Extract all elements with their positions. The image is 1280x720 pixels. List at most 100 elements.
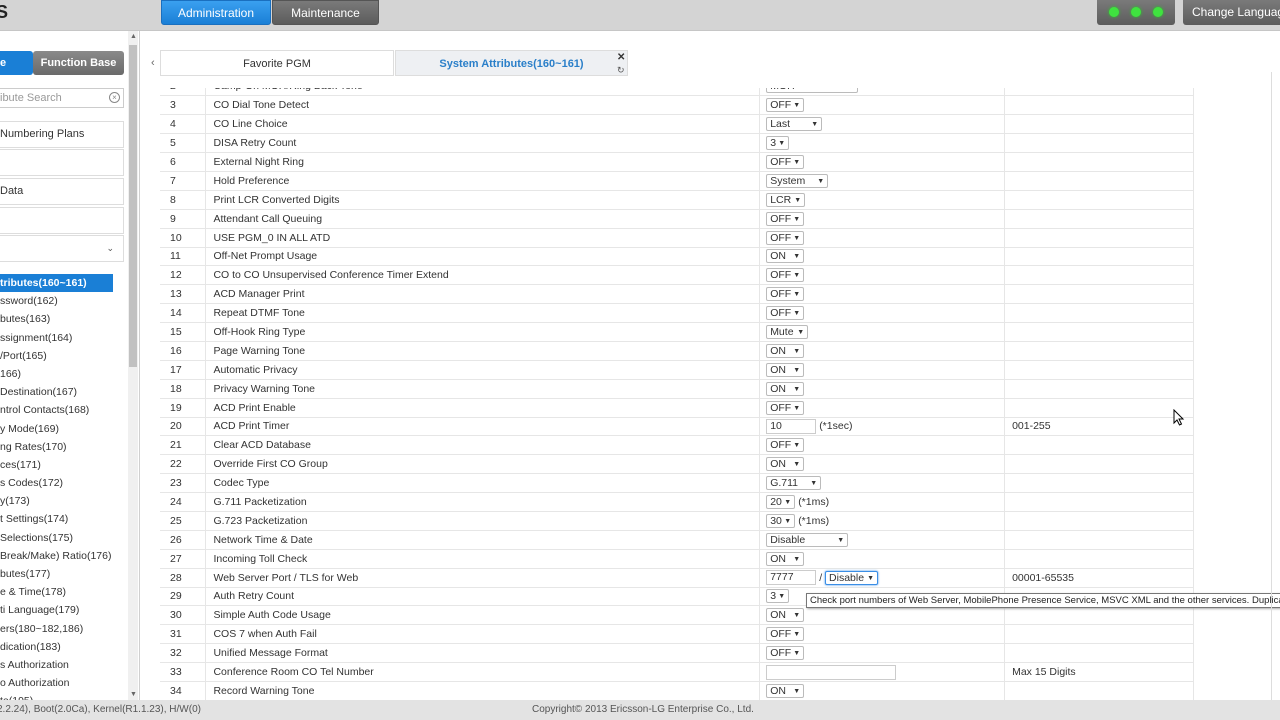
attribute-value: OFF ▼ — [759, 643, 1006, 664]
value-select[interactable]: OFF ▼ — [766, 306, 805, 321]
value-select[interactable]: Last ▼ — [766, 117, 823, 132]
refresh-icon[interactable]: ↻ — [617, 65, 625, 76]
value-select[interactable]: OFF ▼ — [766, 287, 805, 302]
sidebar-item[interactable]: Break/Make) Ratio(176) — [0, 547, 126, 565]
value-select[interactable]: System ▼ — [766, 173, 829, 188]
sidebar-item[interactable]: s Codes(172) — [0, 474, 126, 492]
value-select[interactable]: OFF ▼ — [766, 400, 805, 415]
scroll-up-icon[interactable]: ▲ — [130, 33, 137, 40]
value-select[interactable]: OFF ▼ — [766, 230, 805, 245]
value-select[interactable]: OFF ▼ — [766, 211, 805, 226]
value-select[interactable]: ON ▼ — [766, 362, 805, 377]
tab-maintenance[interactable]: Maintenance — [272, 0, 379, 25]
port-input[interactable]: 7777 — [766, 570, 817, 586]
tabs-scroll-left-icon[interactable]: ‹ — [151, 57, 155, 69]
attribute-range — [1004, 114, 1194, 135]
attribute-name: Conference Room CO Tel Number — [205, 662, 761, 682]
sidebar-item[interactable]: y(173) — [0, 492, 126, 510]
sidebar-item[interactable]: ssignment(164) — [0, 329, 126, 347]
attribute-name: Camp-On MOH/Ring Back Tone — [205, 88, 761, 97]
value-select[interactable]: 30 ▼ — [766, 513, 796, 528]
value-select[interactable]: Disable ▼ — [766, 532, 849, 547]
row-number: 10 — [160, 228, 207, 248]
sidebar-item[interactable]: Destination(167) — [0, 383, 126, 401]
sidebar-tab-function-base[interactable]: Function Base — [33, 51, 124, 75]
sidebar-item[interactable]: Selections(175) — [0, 529, 126, 547]
tab-favorite-pgm[interactable]: Favorite PGM — [160, 50, 394, 76]
scroll-down-icon[interactable]: ▼ — [130, 691, 137, 698]
tls-select[interactable]: Disable ▼ — [825, 570, 879, 585]
page-scrollbar[interactable] — [1271, 72, 1272, 700]
sidebar-item[interactable]: ssword(162) — [0, 292, 126, 310]
tab-system-attributes[interactable]: System Attributes(160~161) — [395, 50, 628, 76]
value-select[interactable]: OFF ▼ — [766, 98, 805, 113]
select-value: 3 — [770, 590, 777, 603]
value-select[interactable]: OFF ▼ — [766, 627, 805, 642]
sidebar-item[interactable]: butes(177) — [0, 565, 126, 583]
dropdown-arrow-icon: ▼ — [793, 102, 801, 110]
table-row: 9 Attendant Call Queuing OFF ▼ — [160, 209, 1194, 229]
change-language-button[interactable]: Change Language — [1183, 0, 1280, 25]
unit-label: (*1ms) — [798, 496, 830, 509]
clear-search-icon[interactable]: × — [109, 92, 120, 103]
sidebar-group[interactable] — [0, 149, 124, 176]
row-number: 24 — [160, 492, 207, 512]
sidebar-item[interactable]: tributes(160~161) — [0, 274, 113, 293]
sidebar-item[interactable]: /Port(165) — [0, 347, 126, 365]
value-select[interactable]: OFF ▼ — [766, 438, 805, 453]
value-input[interactable]: 10 — [766, 418, 817, 434]
value-select[interactable]: LCR ▼ — [766, 192, 806, 207]
value-select[interactable]: ON ▼ — [766, 381, 805, 396]
attributes-table: 2Camp-On MOH/Ring Back ToneMOH▼3CO Dial … — [160, 88, 1194, 700]
select-value: Disable — [829, 571, 865, 584]
value-input[interactable] — [766, 664, 897, 680]
sidebar-item[interactable]: ng Rates(170) — [0, 438, 126, 456]
sidebar-item[interactable]: s Authorization — [0, 656, 126, 674]
value-select[interactable]: G.711 ▼ — [766, 476, 822, 491]
value-select[interactable]: 20 ▼ — [766, 495, 796, 510]
sidebar-item[interactable]: ntrol Contacts(168) — [0, 401, 126, 419]
sidebar-item[interactable]: butes(163) — [0, 310, 126, 328]
sidebar-item[interactable]: y Mode(169) — [0, 420, 126, 438]
sidebar-group-data[interactable]: Data — [0, 178, 124, 205]
scrollbar-thumb[interactable] — [129, 45, 137, 367]
value-select[interactable]: OFF ▼ — [766, 268, 805, 283]
status-led-icon — [1153, 7, 1163, 17]
sidebar-item[interactable]: t Settings(174) — [0, 510, 126, 528]
sidebar-group[interactable] — [0, 207, 124, 234]
value-select[interactable]: 3 ▼ — [766, 589, 790, 604]
sidebar-group-numbering-plans[interactable]: Numbering Plans — [0, 121, 124, 148]
sidebar-item[interactable]: o Authorization — [0, 674, 126, 692]
sidebar-item[interactable]: ti Language(179) — [0, 601, 126, 619]
tab-administration[interactable]: Administration — [161, 0, 271, 25]
dropdown-arrow-icon: ▼ — [778, 593, 786, 601]
value-select[interactable]: ON ▼ — [766, 683, 805, 698]
row-number: 13 — [160, 284, 207, 305]
close-tab-icon[interactable]: ✕ — [617, 52, 625, 63]
table-row: 4 CO Line Choice Last ▼ — [160, 114, 1194, 135]
value-select[interactable]: ON ▼ — [766, 457, 805, 472]
value-select[interactable]: ON ▼ — [766, 551, 805, 566]
select-value: Mute — [770, 326, 794, 339]
attribute-search-input[interactable]: ibute Search × — [0, 88, 124, 108]
value-select[interactable]: OFF ▼ — [766, 646, 805, 661]
sidebar-item[interactable]: 166) — [0, 365, 126, 383]
attribute-range: 00001-65535 — [1004, 568, 1194, 588]
value-select[interactable]: OFF ▼ — [766, 155, 805, 169]
sidebar-item[interactable]: dication(183) — [0, 638, 126, 656]
table-row: 19 ACD Print Enable OFF ▼ — [160, 398, 1194, 418]
value-select[interactable]: Mute ▼ — [766, 325, 809, 340]
value-select[interactable]: ON ▼ — [766, 249, 805, 264]
sidebar-item[interactable]: ces(171) — [0, 456, 126, 474]
dropdown-arrow-icon: ▼ — [847, 88, 854, 93]
sidebar-scrollbar[interactable]: ▲ ▼ — [128, 31, 138, 700]
sidebar-tab-attribute[interactable]: e — [0, 51, 33, 75]
value-select[interactable]: MOH ▼ — [766, 88, 859, 94]
value-select[interactable]: ON ▼ — [766, 608, 805, 623]
sidebar-item[interactable]: ers(180~182,186) — [0, 620, 126, 638]
sidebar-item[interactable]: e & Time(178) — [0, 583, 126, 601]
sidebar-group-expanded[interactable]: ⌄ — [0, 235, 124, 262]
version-info: 2.2.24), Boot(2.0Ca), Kernel(R1.1.23), H… — [0, 704, 201, 715]
value-select[interactable]: ON ▼ — [766, 343, 805, 358]
value-select[interactable]: 3 ▼ — [766, 136, 790, 151]
